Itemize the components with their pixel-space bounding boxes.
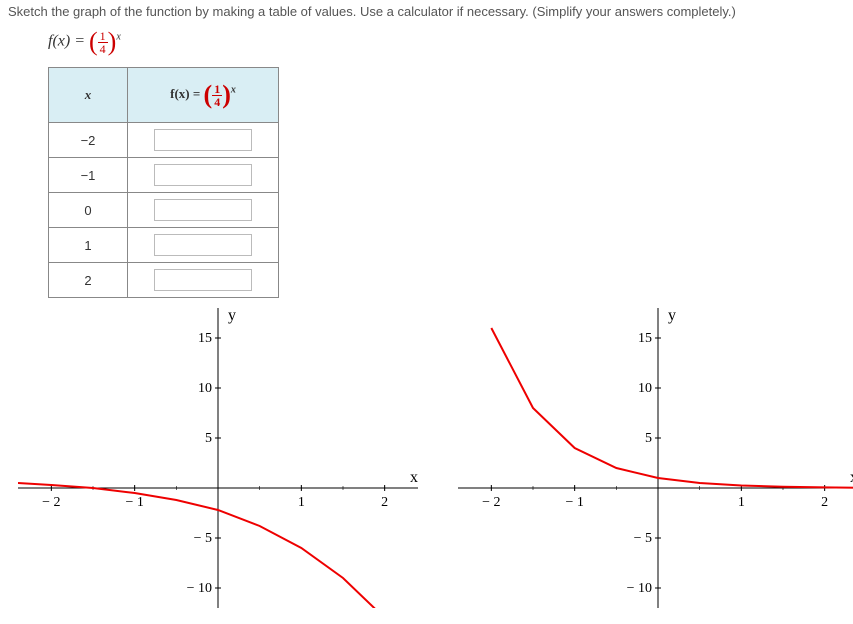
fraction-denominator: 4 [212,96,222,108]
fx-input[interactable] [154,199,252,221]
fx-lhs: f(x) = [48,33,89,50]
x-tick-label: 2 [381,495,388,510]
fraction: 14 [212,83,222,108]
fraction-denominator: 4 [98,43,108,55]
x-value: 2 [49,263,128,298]
table-row: 2 [49,263,279,298]
x-value: 1 [49,228,128,263]
fx-cell [128,228,279,263]
fraction-numerator: 1 [98,30,108,43]
table-row: −1 [49,158,279,193]
rparen-icon: ) [222,80,231,109]
values-table: x f(x) = (14)x −2−1012 [48,67,279,298]
curve-b [491,328,853,488]
exponent: x [116,31,120,42]
x-value: −1 [49,158,128,193]
x-tick-label: − 1 [125,495,143,510]
lparen-icon: ( [204,80,213,109]
y-axis-label: y [668,308,676,324]
x-tick-label: 1 [738,495,745,510]
lparen-icon: ( [89,27,98,56]
y-tick-label: − 5 [194,531,212,546]
fx-cell [128,263,279,298]
charts-container: − 2 − 1 1 2 − 10 − 5 5 10 15 x y − 2 − 1 1 2 − 10 − 5 5 1… [18,308,845,608]
x-tick-label: − 2 [482,495,500,510]
table-row: 0 [49,193,279,228]
y-axis-label: y [228,308,236,324]
x-value: 0 [49,193,128,228]
y-tick-label: 15 [638,331,652,346]
exponent: x [231,85,236,96]
fx-cell [128,123,279,158]
y-tick-label: 15 [198,331,212,346]
function-definition: f(x) = (14)x [48,29,845,55]
fx-input[interactable] [154,234,252,256]
fx-input[interactable] [154,164,252,186]
question-instructions: Sketch the graph of the function by maki… [8,4,845,19]
x-tick-label: − 1 [565,495,583,510]
chart-option-b[interactable]: − 2− 112− 10− 551015xy [458,308,853,608]
x-tick-label: − 2 [42,495,60,510]
fx-cell [128,158,279,193]
fx-cell [128,193,279,228]
y-tick-label: − 5 [634,531,652,546]
fx-header-lhs: f(x) = [170,86,203,101]
y-tick-label: − 10 [187,581,212,596]
fraction-numerator: 1 [212,83,222,96]
y-tick-label: 5 [645,431,652,446]
chart-option-a[interactable]: − 2 − 1 1 2 − 10 − 5 5 10 15 x y [18,308,418,608]
table-header-fx: f(x) = (14)x [128,68,279,123]
x-tick-label: 2 [821,495,828,510]
y-tick-label: 5 [205,431,212,446]
table-row: 1 [49,228,279,263]
table-row: −2 [49,123,279,158]
y-tick-label: − 10 [627,581,652,596]
x-tick-label: 1 [298,495,305,510]
y-tick-label: 10 [638,381,652,396]
fx-input[interactable] [154,129,252,151]
x-value: −2 [49,123,128,158]
x-axis-label: x [410,469,418,486]
fraction: 14 [98,30,108,55]
table-header-x: x [49,68,128,123]
y-tick-label: 10 [198,381,212,396]
fx-input[interactable] [154,269,252,291]
